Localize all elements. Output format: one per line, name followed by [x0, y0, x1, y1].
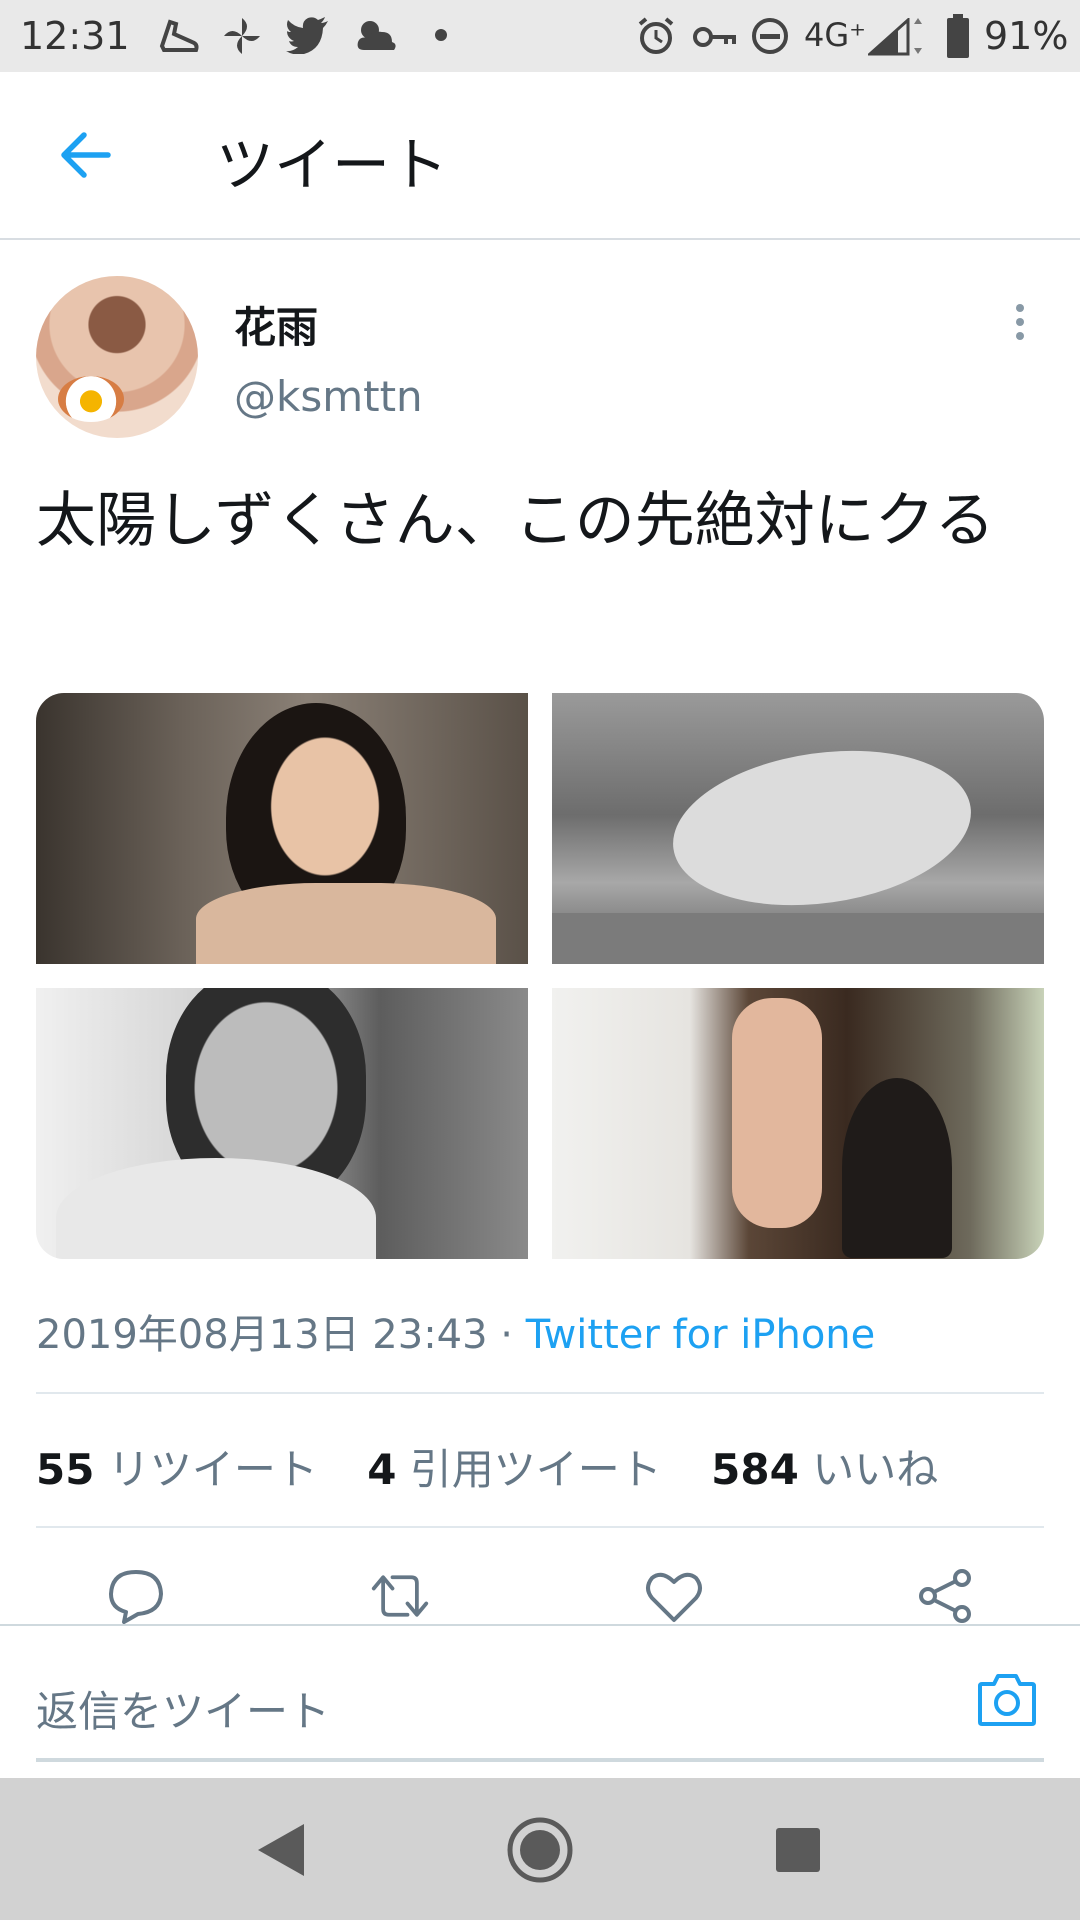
author-avatar[interactable]: [36, 276, 198, 438]
reply-icon[interactable]: [106, 1568, 166, 1624]
tweet-actions: [0, 1560, 1080, 1626]
share-icon[interactable]: [916, 1568, 976, 1624]
stat-label: いいね: [812, 1445, 939, 1494]
status-time: 12:31: [20, 14, 130, 58]
signal-strength-icon: [868, 18, 922, 56]
stat-label: 引用ツイート: [409, 1445, 662, 1494]
tweet-media-grid: [36, 693, 1044, 1259]
retweet-count-stat[interactable]: 55 リツイート: [36, 1436, 318, 1497]
like-count-stat[interactable]: 584 いいね: [711, 1436, 938, 1497]
nav-home-icon[interactable]: [506, 1816, 574, 1884]
camera-icon[interactable]: [976, 1670, 1038, 1728]
battery-icon: [947, 14, 969, 58]
more-options-icon[interactable]: [1004, 300, 1036, 350]
twitter-bird-icon: [286, 17, 328, 54]
page-title: ツイート: [216, 131, 449, 199]
divider: [36, 1392, 1044, 1394]
divider: [36, 1526, 1044, 1528]
author-handle[interactable]: @ksmttn: [234, 372, 423, 421]
retweet-icon[interactable]: [370, 1568, 430, 1624]
tweet-source-link[interactable]: Twitter for iPhone: [526, 1312, 876, 1358]
reply-composer-bar: 返信をツイート: [0, 1624, 1080, 1778]
running-shoe-icon: [159, 19, 199, 52]
tweet-text: 太陽しずくさん、この先絶対にクる: [36, 486, 995, 556]
reply-input-underline: [36, 1758, 1044, 1762]
tweet-photo-4[interactable]: [552, 988, 1044, 1259]
notification-dot-icon: [435, 29, 447, 41]
reply-input[interactable]: 返信をツイート: [36, 1678, 330, 1739]
pinwheel-icon: [224, 18, 260, 54]
system-navigation-bar: [0, 1778, 1080, 1920]
stat-label: リツイート: [107, 1445, 318, 1494]
like-heart-icon[interactable]: [644, 1568, 704, 1624]
stat-count: 55: [36, 1445, 95, 1494]
status-bar: 12:31 4G⁺ 91%: [0, 0, 1080, 72]
tweet-photo-3[interactable]: [36, 988, 528, 1259]
tweet-timestamp[interactable]: 2019年08月13日 23:43: [36, 1312, 488, 1358]
network-type: 4G⁺: [804, 16, 867, 54]
stat-count: 4: [367, 1445, 397, 1494]
battery-percent: 91%: [984, 14, 1069, 58]
do-not-disturb-icon: [752, 18, 788, 54]
tweet-stats: 55 リツイート 4 引用ツイート 584 いいね: [36, 1436, 974, 1497]
nav-recents-icon[interactable]: [764, 1816, 832, 1884]
nav-back-icon[interactable]: [248, 1816, 316, 1884]
tweet-photo-2[interactable]: [552, 693, 1044, 964]
alarm-clock-icon: [638, 17, 674, 54]
vpn-key-icon: [693, 27, 736, 47]
top-app-bar: ツイート: [0, 72, 1080, 240]
quote-tweet-count-stat[interactable]: 4 引用ツイート: [367, 1436, 662, 1497]
stat-count: 584: [711, 1445, 799, 1494]
author-display-name[interactable]: 花雨: [234, 294, 318, 355]
tweet-photo-1[interactable]: [36, 693, 528, 964]
back-arrow-icon[interactable]: [56, 126, 114, 184]
weather-cloud-sun-icon: [357, 21, 396, 50]
tweet-meta: 2019年08月13日 23:43 · Twitter for iPhone: [36, 1302, 875, 1360]
meta-separator: ·: [487, 1312, 526, 1358]
